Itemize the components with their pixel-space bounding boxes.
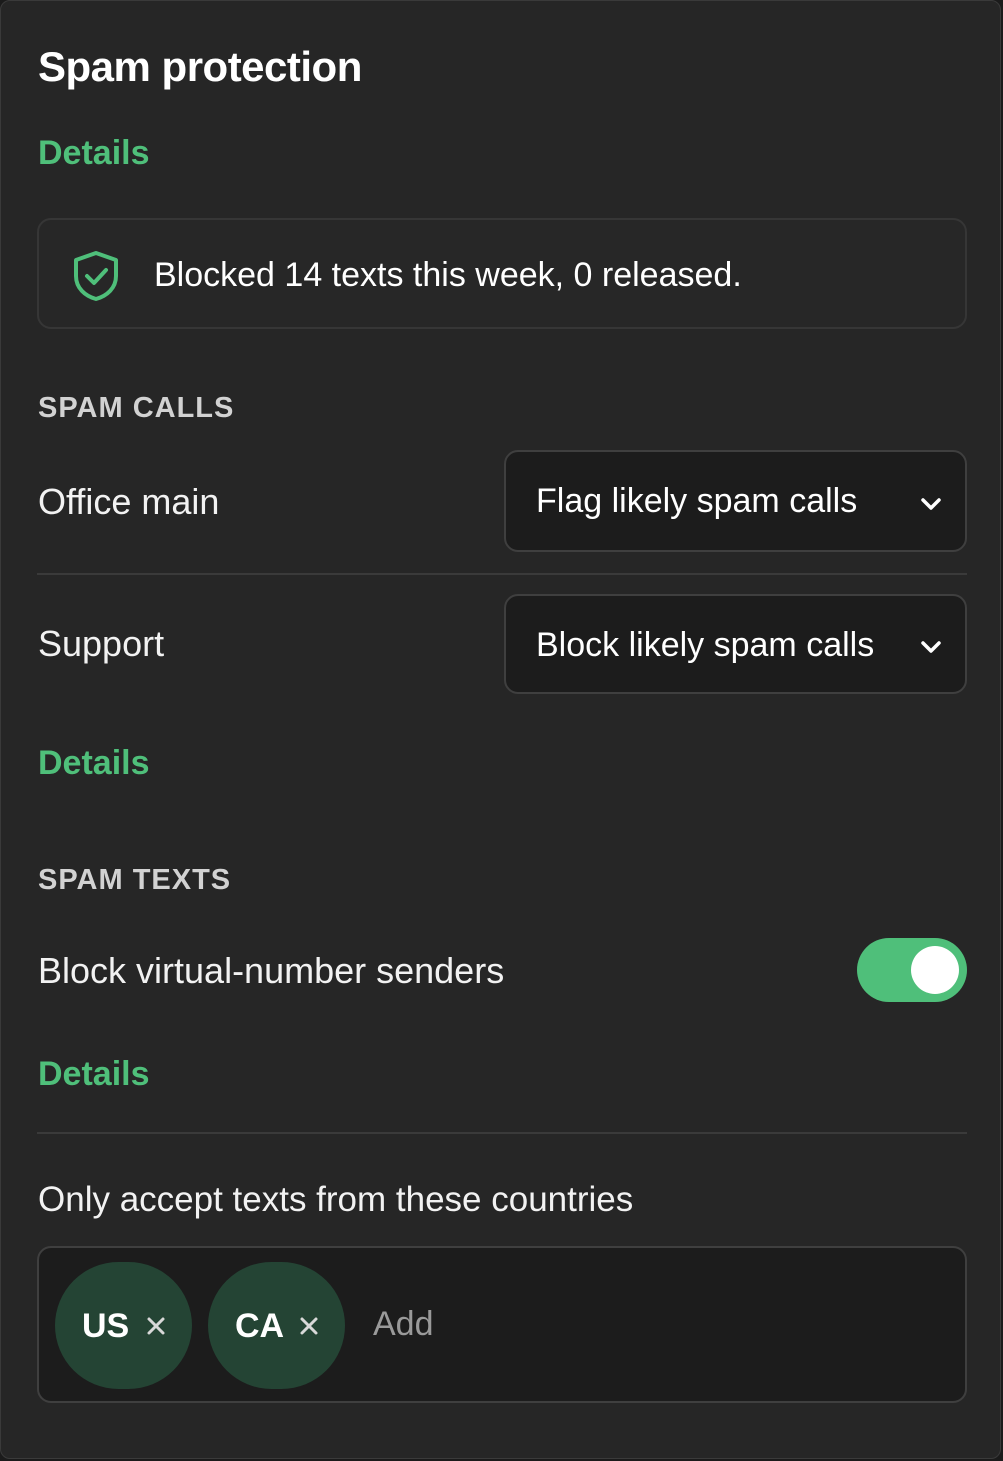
office-main-spam-select[interactable]: Flag likely spam calls (504, 450, 967, 552)
spam-calls-details-link[interactable]: Details (38, 743, 150, 783)
countries-field[interactable]: US CA (37, 1246, 967, 1403)
close-icon[interactable] (145, 1315, 167, 1337)
blocked-summary-text: Blocked 14 texts this week, 0 released. (154, 256, 742, 294)
support-spam-select[interactable]: Block likely spam calls (504, 594, 967, 694)
divider (37, 1132, 967, 1134)
chevron-down-icon (921, 498, 941, 510)
divider (37, 573, 967, 575)
spam-protection-panel: Spam protection Details Blocked 14 texts… (0, 0, 1001, 1459)
close-icon[interactable] (298, 1315, 320, 1337)
add-country-input[interactable] (373, 1302, 773, 1346)
toggle-knob (911, 946, 959, 994)
section-label-spam-texts: SPAM TEXTS (38, 864, 232, 896)
block-virtual-number-toggle[interactable] (857, 938, 967, 1002)
block-virtual-number-label: Block virtual-number senders (38, 950, 505, 991)
select-value: Block likely spam calls (536, 626, 875, 664)
select-value: Flag likely spam calls (536, 482, 858, 520)
line-label-office-main: Office main (38, 481, 220, 522)
chip-label: US (82, 1307, 130, 1345)
chip-label: CA (235, 1307, 285, 1345)
section-label-spam-calls: SPAM CALLS (38, 392, 235, 424)
blocked-summary-card: Blocked 14 texts this week, 0 released. (37, 218, 967, 329)
spam-texts-details-link[interactable]: Details (38, 1054, 150, 1094)
chevron-down-icon (921, 641, 941, 653)
panel-title: Spam protection (38, 43, 362, 90)
country-chip-ca: CA (208, 1262, 345, 1389)
line-label-support: Support (38, 623, 165, 664)
countries-label: Only accept texts from these countries (38, 1180, 634, 1219)
shield-check-icon (74, 251, 118, 301)
country-chip-us: US (55, 1262, 192, 1389)
details-link[interactable]: Details (38, 133, 150, 173)
